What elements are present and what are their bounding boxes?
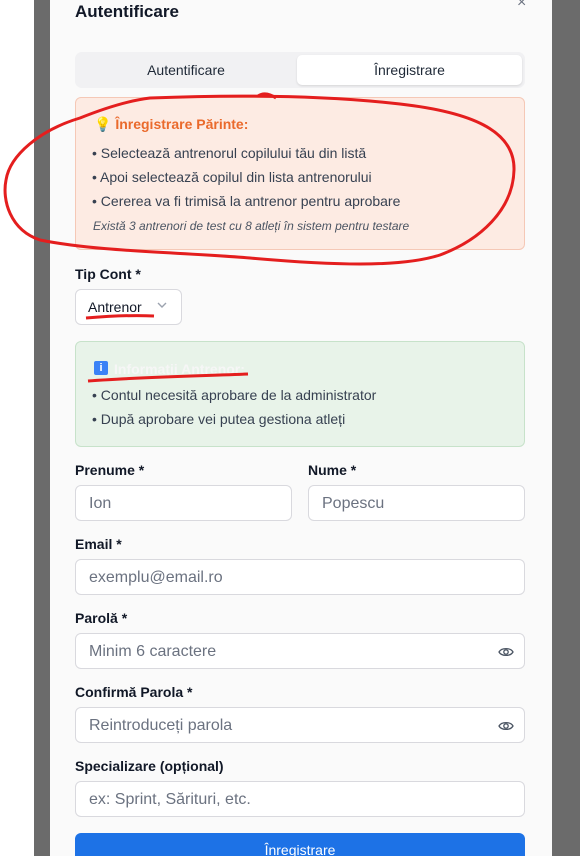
specialization-placeholder: ex: Sprint, Sărituri, etc. bbox=[89, 791, 251, 808]
account-type-label: Tip Cont * bbox=[75, 266, 141, 282]
eye-icon[interactable] bbox=[498, 718, 514, 734]
overlay-left bbox=[34, 0, 50, 856]
last-name-placeholder: Popescu bbox=[322, 495, 385, 512]
parent-info-box: 💡 Înregistrare Părinte: • Selectează ant… bbox=[75, 97, 525, 250]
confirm-password-label: Confirmă Parola * bbox=[75, 684, 193, 700]
register-button-label: Înregistrare bbox=[264, 842, 336, 856]
first-name-placeholder: Ion bbox=[89, 495, 112, 512]
parent-info-note: Există 3 antrenori de test cu 8 atleți î… bbox=[93, 219, 410, 233]
eye-icon[interactable] bbox=[498, 644, 514, 660]
coach-info-heading: Informații Antrenor: bbox=[114, 361, 245, 377]
coach-info-bullet: • Contul necesită aprobare de la adminis… bbox=[92, 387, 377, 403]
parent-info-heading: 💡 Înregistrare Părinte: bbox=[94, 116, 249, 132]
first-name-field[interactable]: Ion bbox=[75, 485, 292, 521]
confirm-password-placeholder: Reintroduceți parola bbox=[89, 717, 233, 734]
overlay-right bbox=[552, 0, 580, 856]
password-field[interactable]: Minim 6 caractere bbox=[75, 633, 525, 669]
confirm-password-field[interactable]: Reintroduceți parola bbox=[75, 707, 525, 743]
email-placeholder: exemplu@email.ro bbox=[89, 569, 223, 586]
last-name-field[interactable]: Popescu bbox=[308, 485, 525, 521]
specialization-field[interactable]: ex: Sprint, Sărituri, etc. bbox=[75, 781, 525, 817]
tab-register[interactable]: Înregistrare bbox=[297, 55, 522, 85]
close-icon[interactable]: × bbox=[517, 0, 526, 12]
registration-dialog: Autentificare × Autentificare Înregistra… bbox=[50, 0, 552, 856]
auth-tabs: Autentificare Înregistrare bbox=[75, 52, 525, 88]
coach-info-bullet: • După aprobare vei putea gestiona atleț… bbox=[92, 411, 346, 427]
parent-info-bullet: • Apoi selectează copilul din lista antr… bbox=[92, 169, 372, 185]
register-button[interactable]: Înregistrare bbox=[75, 833, 525, 856]
first-name-label: Prenume * bbox=[75, 462, 145, 478]
account-type-select[interactable]: Antrenor bbox=[75, 289, 182, 325]
info-icon: i bbox=[94, 361, 108, 375]
email-label: Email * bbox=[75, 536, 122, 552]
parent-info-bullet: • Selectează antrenorul copilului tău di… bbox=[92, 145, 367, 161]
password-label: Parolă * bbox=[75, 610, 128, 626]
page-background bbox=[0, 0, 34, 856]
parent-info-bullet: • Cererea va fi trimisă la antrenor pent… bbox=[92, 193, 401, 209]
password-placeholder: Minim 6 caractere bbox=[89, 643, 217, 660]
chevron-down-icon bbox=[157, 302, 167, 308]
dialog-title: Autentificare bbox=[75, 2, 179, 21]
tab-login[interactable]: Autentificare bbox=[78, 55, 294, 85]
coach-info-box: i Informații Antrenor: • Contul necesită… bbox=[75, 341, 525, 447]
last-name-label: Nume * bbox=[308, 462, 357, 478]
email-field[interactable]: exemplu@email.ro bbox=[75, 559, 525, 595]
specialization-label: Specializare (opțional) bbox=[75, 758, 224, 774]
account-type-value: Antrenor bbox=[88, 299, 142, 315]
